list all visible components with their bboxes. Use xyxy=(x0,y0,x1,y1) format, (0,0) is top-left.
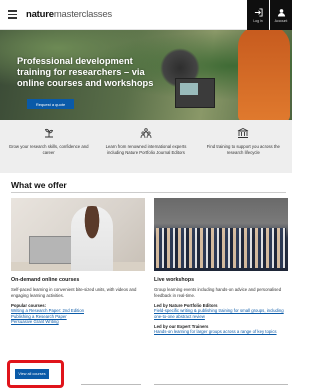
live-workshops-title: Live workshops xyxy=(154,277,195,283)
online-courses-card: On-demand online courses Self-paced lear… xyxy=(11,198,145,325)
login-button[interactable]: Log in xyxy=(247,0,269,30)
highlight-box xyxy=(7,360,64,388)
section-title: What we offer xyxy=(11,180,67,190)
online-course-photo xyxy=(11,198,145,271)
people-icon xyxy=(140,128,152,139)
menu-icon[interactable] xyxy=(0,0,22,30)
feature-item: Learn from renowned international expert… xyxy=(97,120,194,173)
account-label: Account xyxy=(274,18,288,23)
site-logo[interactable]: naturemasterclasses xyxy=(26,9,112,20)
request-quote-button[interactable]: Request a quote xyxy=(27,99,74,109)
section-divider xyxy=(11,192,286,193)
editors-workshop-link[interactable]: Field-specific writing & publishing trai… xyxy=(154,308,288,319)
brand-light: masterclasses xyxy=(53,9,112,20)
account-button[interactable]: Account xyxy=(270,0,292,30)
feature-item: Find training to support you across the … xyxy=(195,120,292,173)
trainers-workshop-link[interactable]: Hands-on learning for larger groups acro… xyxy=(154,329,288,335)
login-icon xyxy=(254,7,263,17)
online-courses-title: On-demand online courses xyxy=(11,277,80,283)
feature-strip: Grow your research skills, confidence an… xyxy=(0,120,292,173)
institution-icon xyxy=(238,127,249,138)
card-divider xyxy=(154,384,288,385)
live-workshops-description: Group learning events including hands-on… xyxy=(154,287,282,298)
feature-text: Grow your research skills, confidence an… xyxy=(8,144,89,155)
top-navigation-bar: naturemasterclasses Log in Account xyxy=(0,0,292,30)
login-label: Log in xyxy=(253,18,263,23)
feature-text: Find training to support you across the … xyxy=(206,144,280,155)
card-divider xyxy=(81,384,141,385)
header-actions: Log in Account xyxy=(246,0,292,30)
feature-text: Learn from renowned international expert… xyxy=(105,144,187,155)
workshop-group-photo xyxy=(154,198,288,271)
feature-item: Grow your research skills, confidence an… xyxy=(0,120,97,173)
user-icon xyxy=(277,8,285,17)
course-link[interactable]: Persuasive Grant Writing xyxy=(11,319,145,325)
growth-icon xyxy=(44,128,53,138)
online-courses-description: Self-paced learning in convenient bite-s… xyxy=(11,287,137,298)
hero-photo-person xyxy=(238,30,290,120)
hero-title: Professional development training for re… xyxy=(17,56,154,88)
brand-bold: nature xyxy=(26,9,54,20)
hero-photo-device xyxy=(175,78,215,108)
live-workshops-card: Live workshops Group learning events inc… xyxy=(154,198,288,335)
